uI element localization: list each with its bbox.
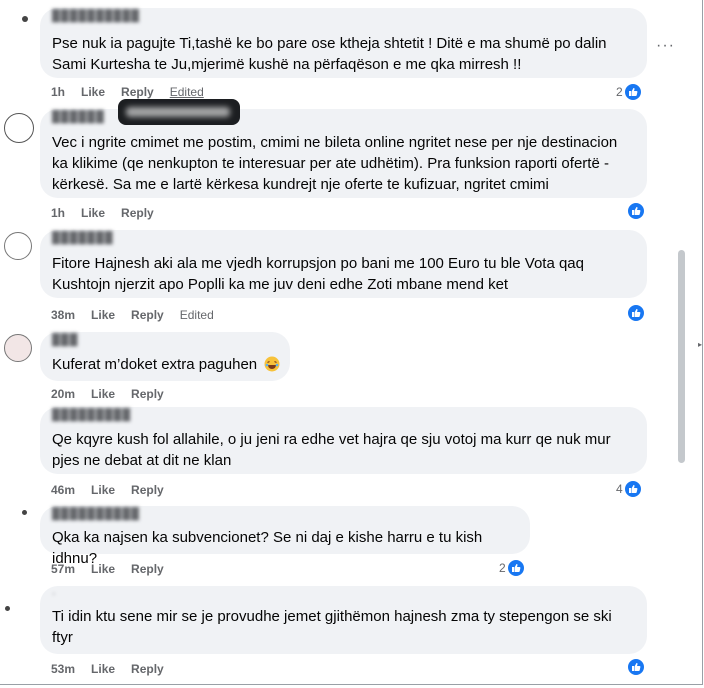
like-thumb-icon xyxy=(626,303,646,323)
like-thumb-icon xyxy=(626,657,646,677)
reaction-count[interactable] xyxy=(626,303,646,323)
like-button[interactable]: Like xyxy=(81,206,105,220)
comment-time[interactable]: 57m xyxy=(51,562,75,576)
comment-time[interactable]: 1h xyxy=(51,206,65,220)
comment-time[interactable]: 20m xyxy=(51,387,75,401)
comment-author[interactable]: ██████████ xyxy=(52,508,152,520)
comment-bubble: ██████████ Qka ka najsen ka subvencionet… xyxy=(40,506,530,567)
comment-bubble: ██████████ Pse nuk ia pagujte Ti,tashë k… xyxy=(40,8,647,78)
comment-meta: 1h Like Reply xyxy=(51,206,170,220)
comment-text: Pse nuk ia pagujte Ti,tashë ke bo pare o… xyxy=(52,35,607,73)
comment-time[interactable]: 1h xyxy=(51,85,65,99)
comment-text: Kuferat m’doket extra paguhen xyxy=(52,354,280,375)
reaction-count[interactable] xyxy=(626,657,646,677)
comment-meta: 1h Like Reply Edited xyxy=(51,85,220,99)
comment-meta: 38m Like Reply Edited xyxy=(51,308,230,322)
like-button[interactable]: Like xyxy=(81,85,105,99)
like-thumb-icon xyxy=(626,201,646,221)
like-button[interactable]: Like xyxy=(91,562,115,576)
avatar[interactable] xyxy=(4,113,34,143)
avatar[interactable] xyxy=(22,16,28,22)
comment-meta: 46m Like Reply xyxy=(51,483,180,497)
like-button[interactable]: Like xyxy=(91,308,115,322)
comment-meta: 20m Like Reply xyxy=(51,387,180,401)
comment-author[interactable]: ███ xyxy=(52,334,82,346)
reaction-count[interactable]: 4 xyxy=(616,479,643,499)
comment-bubble: █████████ Qe kqyre kush fol allahile, o … xyxy=(40,407,647,474)
comment-meta: 57m Like Reply xyxy=(51,562,180,576)
more-options-icon[interactable]: ··· xyxy=(656,37,675,55)
comment-time[interactable]: 38m xyxy=(51,308,75,322)
comment-author[interactable]: ███████ xyxy=(52,232,122,244)
comment-bubble: · Ti idin ktu sene mir se je provudhe je… xyxy=(40,586,647,654)
like-button[interactable]: Like xyxy=(91,387,115,401)
comment-time[interactable]: 53m xyxy=(51,662,75,676)
reply-button[interactable]: Reply xyxy=(121,85,154,99)
like-thumb-icon xyxy=(505,558,526,578)
like-button[interactable]: Like xyxy=(91,662,115,676)
reply-button[interactable]: Reply xyxy=(131,387,164,401)
hover-tooltip xyxy=(118,99,240,125)
scrollbar-thumb[interactable] xyxy=(678,250,685,463)
reply-button[interactable]: Reply xyxy=(131,483,164,497)
comment-author[interactable]: · xyxy=(52,588,60,600)
edited-label[interactable]: Edited xyxy=(180,308,214,322)
comment-text: Ti idin ktu sene mir se je provudhe jeme… xyxy=(52,608,612,646)
comment-text: Qe kqyre kush fol allahile, o ju jeni ra… xyxy=(52,431,611,469)
like-thumb-icon xyxy=(622,479,643,499)
reply-button[interactable]: Reply xyxy=(121,206,154,220)
like-thumb-icon xyxy=(622,82,643,102)
reply-button[interactable]: Reply xyxy=(131,562,164,576)
avatar[interactable] xyxy=(4,232,32,260)
comment-bubble: ███████ Fitore Hajnesh aki ala me vjedh … xyxy=(40,230,647,298)
reply-button[interactable]: Reply xyxy=(131,662,164,676)
comment-text: Vec i ngrite cmimet me postim, cmimi ne … xyxy=(52,134,618,193)
comment-meta: 53m Like Reply xyxy=(51,662,180,676)
reply-button[interactable]: Reply xyxy=(131,308,164,322)
reaction-count[interactable] xyxy=(626,201,646,221)
avatar[interactable] xyxy=(4,334,32,362)
scroll-arrow-icon[interactable]: ▸ xyxy=(698,340,702,349)
comment-author[interactable]: ██████ xyxy=(52,111,112,123)
reaction-count[interactable]: 2 xyxy=(616,82,643,102)
comment-text: Fitore Hajnesh aki ala me vjedh korrupsj… xyxy=(52,255,584,293)
comment-author[interactable]: ██████████ xyxy=(52,10,152,22)
avatar[interactable] xyxy=(5,606,10,611)
comment-bubble: ███ Kuferat m’doket extra paguhen xyxy=(40,332,290,381)
laughing-emoji-icon xyxy=(264,356,280,372)
comment-author[interactable]: █████████ xyxy=(52,409,142,421)
edited-label[interactable]: Edited xyxy=(170,85,204,99)
reaction-count[interactable]: 2 xyxy=(499,558,526,578)
comment-time[interactable]: 46m xyxy=(51,483,75,497)
like-button[interactable]: Like xyxy=(91,483,115,497)
avatar[interactable] xyxy=(22,510,27,515)
